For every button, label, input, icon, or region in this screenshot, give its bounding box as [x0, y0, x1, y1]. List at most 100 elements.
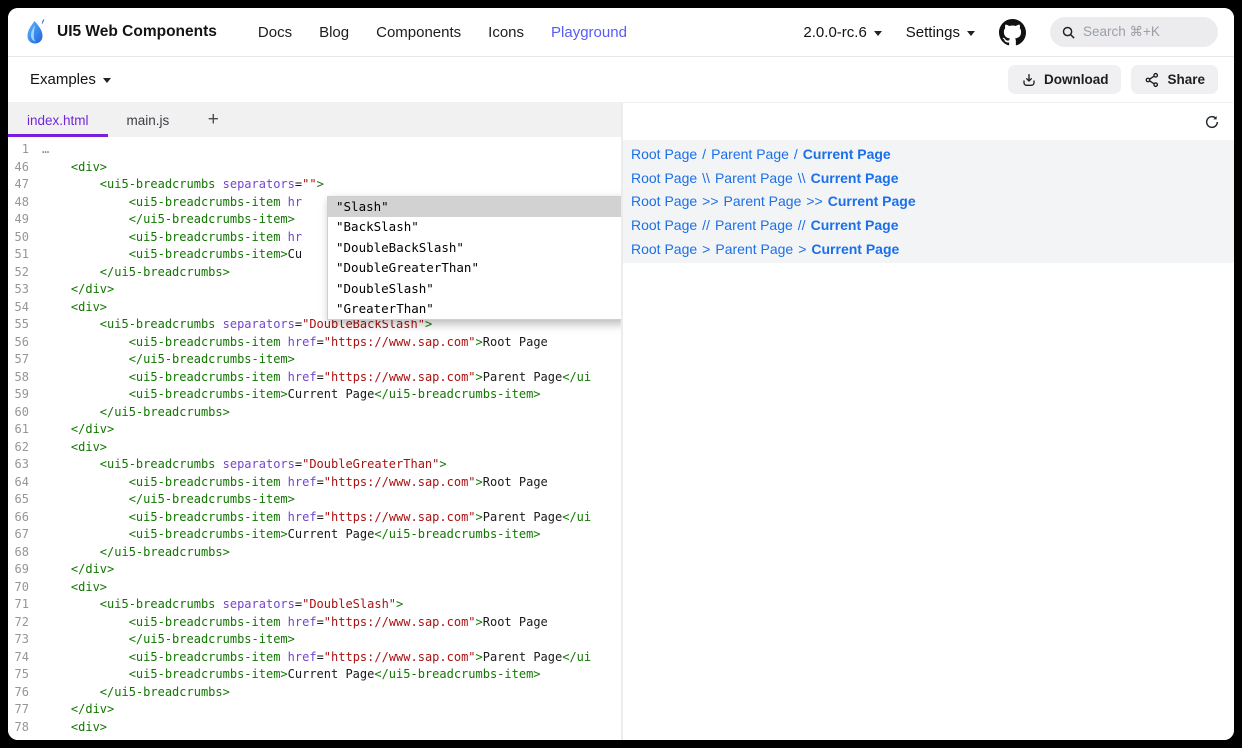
line-source: </ui5-breadcrumbs> — [42, 544, 230, 562]
preview-toolbar — [623, 103, 1234, 140]
share-label: Share — [1167, 72, 1205, 87]
breadcrumb-link-parent[interactable]: Parent Page — [724, 193, 802, 209]
breadcrumb-link-parent[interactable]: Parent Page — [715, 241, 793, 257]
line-source: <ui5-breadcrumbs-item>Current Page</ui5-… — [42, 666, 541, 684]
breadcrumb-link-root[interactable]: Root Page — [631, 241, 697, 257]
breadcrumb-separator: \\ — [798, 170, 806, 186]
code-line-71: 71 <ui5-breadcrumbs separators="DoubleSl… — [8, 596, 621, 614]
breadcrumb: Root Page/Parent Page/Current Page — [631, 142, 1226, 166]
line-number: 59 — [8, 386, 42, 404]
code-line-66: 66 <ui5-breadcrumbs-item href="https://w… — [8, 509, 621, 527]
examples-dropdown[interactable]: Examples — [30, 71, 111, 88]
chevron-down-icon — [967, 31, 975, 36]
breadcrumb-link-parent[interactable]: Parent Page — [711, 146, 789, 162]
breadcrumb-link-parent[interactable]: Parent Page — [715, 170, 793, 186]
line-number: 63 — [8, 456, 42, 474]
add-tab-button[interactable]: + — [196, 103, 230, 137]
line-source: <ui5-breadcrumbs-item hr — [42, 194, 302, 212]
brand-title[interactable]: UI5 Web Components — [57, 23, 217, 41]
line-number: 62 — [8, 439, 42, 457]
line-source: </div> — [42, 281, 114, 299]
nav-icons[interactable]: Icons — [488, 24, 524, 41]
breadcrumb-separator: / — [702, 146, 706, 162]
line-number: 55 — [8, 316, 42, 334]
search-box[interactable]: Search ⌘+K — [1050, 17, 1218, 47]
code-line-56: 56 <ui5-breadcrumbs-item href="https://w… — [8, 334, 621, 352]
line-source: <div> — [42, 159, 107, 177]
share-icon — [1144, 72, 1160, 88]
chevron-down-icon — [874, 31, 882, 36]
breadcrumb-current-page: Current Page — [828, 193, 916, 209]
toolbar-actions: Download Share — [1008, 65, 1218, 94]
main-split: index.htmlmain.js + 1…46 <div>47 <ui5-br… — [8, 103, 1234, 740]
line-number: 65 — [8, 491, 42, 509]
ui5-logo-icon[interactable] — [24, 18, 48, 46]
nav-components[interactable]: Components — [376, 24, 461, 41]
line-source: <ui5-breadcrumbs-item>Current Page</ui5-… — [42, 526, 541, 544]
nav-blog[interactable]: Blog — [319, 24, 349, 41]
line-number: 66 — [8, 509, 42, 527]
line-number: 57 — [8, 351, 42, 369]
breadcrumb-link-root[interactable]: Root Page — [631, 217, 697, 233]
refresh-button[interactable] — [1204, 114, 1220, 130]
line-number: 46 — [8, 159, 42, 177]
code-line-68: 68 </ui5-breadcrumbs> — [8, 544, 621, 562]
line-number: 60 — [8, 404, 42, 422]
breadcrumb-link-root[interactable]: Root Page — [631, 170, 697, 186]
version-dropdown[interactable]: 2.0.0-rc.6 — [803, 24, 881, 41]
line-number: 52 — [8, 264, 42, 282]
code-line-78: 78 <div> — [8, 719, 621, 737]
breadcrumb: Root Page>Parent Page>Current Page — [631, 237, 1226, 261]
line-number: 69 — [8, 561, 42, 579]
tab-index.html[interactable]: index.html — [8, 103, 108, 137]
code-line-77: 77 </div> — [8, 701, 621, 719]
code-line-72: 72 <ui5-breadcrumbs-item href="https://w… — [8, 614, 621, 632]
line-number: 1 — [8, 141, 42, 159]
autocomplete-option[interactable]: "Slash" — [328, 197, 621, 217]
editor-tabbar: index.htmlmain.js + — [8, 103, 621, 137]
line-source: <ui5-breadcrumbs-item href="https://www.… — [42, 614, 548, 632]
code-line-59: 59 <ui5-breadcrumbs-item>Current Page</u… — [8, 386, 621, 404]
breadcrumb-link-root[interactable]: Root Page — [631, 193, 697, 209]
breadcrumb-link-root[interactable]: Root Page — [631, 146, 697, 162]
search-icon — [1061, 25, 1076, 40]
autocomplete-option[interactable]: "BackSlash" — [328, 217, 621, 237]
breadcrumb-separator: >> — [806, 193, 822, 209]
breadcrumbs-preview: Root Page/Parent Page/Current PageRoot P… — [623, 140, 1234, 263]
download-button[interactable]: Download — [1008, 65, 1122, 94]
line-source: <div> — [42, 439, 107, 457]
line-number: 50 — [8, 229, 42, 247]
code-line-74: 74 <ui5-breadcrumbs-item href="https://w… — [8, 649, 621, 667]
tab-main.js[interactable]: main.js — [108, 103, 189, 137]
line-number: 71 — [8, 596, 42, 614]
nav-playground[interactable]: Playground — [551, 24, 627, 41]
line-source: </div> — [42, 701, 114, 719]
line-source: </ui5-breadcrumbs-item> — [42, 351, 295, 369]
line-number: 53 — [8, 281, 42, 299]
breadcrumb-link-parent[interactable]: Parent Page — [715, 217, 793, 233]
line-source: </ui5-breadcrumbs> — [42, 404, 230, 422]
settings-dropdown[interactable]: Settings — [906, 24, 975, 41]
line-source: </ui5-breadcrumbs> — [42, 684, 230, 702]
autocomplete-option[interactable]: "DoubleBackSlash" — [328, 238, 621, 258]
breadcrumb-current-page: Current Page — [811, 170, 899, 186]
line-source: <ui5-breadcrumbs-item>Current Page</ui5-… — [42, 386, 541, 404]
code-editor-panel: index.htmlmain.js + 1…46 <div>47 <ui5-br… — [8, 103, 623, 740]
github-icon[interactable] — [999, 19, 1026, 46]
breadcrumb-separator: // — [702, 217, 710, 233]
version-label: 2.0.0-rc.6 — [803, 24, 866, 41]
share-button[interactable]: Share — [1131, 65, 1218, 94]
line-source: <ui5-breadcrumbs-item href="https://www.… — [42, 509, 591, 527]
code-line-63: 63 <ui5-breadcrumbs separators="DoubleGr… — [8, 456, 621, 474]
autocomplete-option[interactable]: "DoubleGreaterThan" — [328, 258, 621, 278]
line-number: 77 — [8, 701, 42, 719]
code-area[interactable]: 1…46 <div>47 <ui5-breadcrumbs separators… — [8, 137, 621, 740]
code-line-62: 62 <div> — [8, 439, 621, 457]
line-number: 67 — [8, 526, 42, 544]
line-source: <ui5-breadcrumbs separators="DoubleSlash… — [42, 596, 403, 614]
autocomplete-option[interactable]: "GreaterThan" — [328, 299, 621, 319]
nav-docs[interactable]: Docs — [258, 24, 292, 41]
autocomplete-option[interactable]: "DoubleSlash" — [328, 279, 621, 299]
code-line-58: 58 <ui5-breadcrumbs-item href="https://w… — [8, 369, 621, 387]
line-source: <div> — [42, 299, 107, 317]
